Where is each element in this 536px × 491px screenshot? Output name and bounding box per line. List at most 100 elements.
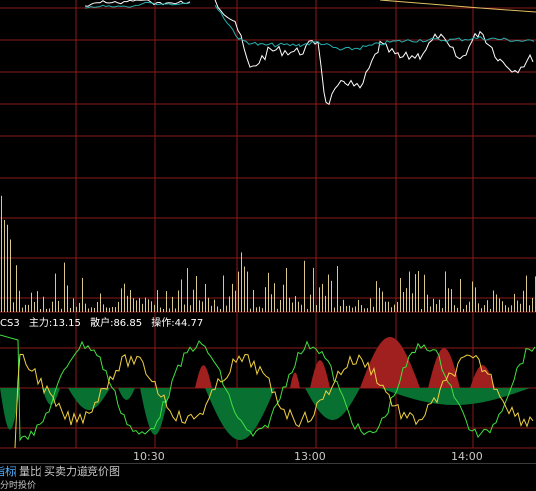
volume-bar	[472, 281, 473, 312]
time-label-1300: 13:00	[294, 450, 326, 463]
volume-bar	[40, 308, 41, 312]
volume-bar	[157, 290, 158, 312]
price-line-afternoon	[214, 0, 534, 106]
volume-bar	[13, 302, 14, 312]
volume-bar	[148, 299, 149, 312]
indicator-tab-bar: 指标 量比 买卖力道 竞价图	[0, 463, 536, 479]
volume-bar	[238, 271, 239, 312]
volume-bar	[325, 295, 326, 312]
volume-bar	[271, 294, 272, 312]
volume-bar	[427, 294, 428, 312]
volume-bar	[46, 308, 47, 312]
indicator-positive-area	[310, 360, 330, 388]
volume-bar	[346, 306, 347, 312]
volume-bar	[532, 297, 533, 312]
ma-line	[379, 0, 536, 13]
volume-bar	[172, 296, 173, 312]
volume-bar	[331, 280, 332, 312]
volume-bar	[463, 308, 464, 312]
volume-bar	[244, 266, 245, 312]
volume-bar	[184, 304, 185, 312]
indicator-main-value: 主力:13.15	[28, 318, 81, 329]
indicator-name: CS3	[0, 318, 20, 329]
volume-bar	[4, 219, 5, 312]
volume-bar	[298, 301, 299, 312]
volume-bar	[322, 283, 323, 312]
volume-bar	[133, 298, 134, 312]
volume-bar	[304, 260, 305, 312]
indicator-header: CS3 主力:13.15 散户:86.85 操作:44.77	[0, 314, 209, 329]
volume-bar	[478, 303, 479, 312]
volume-bar	[58, 300, 59, 312]
volume-bar	[517, 300, 518, 312]
volume-bar	[142, 303, 143, 312]
volume-bar	[178, 290, 179, 312]
volume-bar	[415, 274, 416, 312]
volume-bar	[436, 304, 437, 312]
volume-bar	[19, 290, 20, 312]
volume-bar	[187, 268, 188, 312]
volume-bar	[1, 195, 2, 312]
volume-bar	[160, 307, 161, 312]
tab-separator	[40, 466, 41, 477]
indicator-negative-area	[205, 388, 275, 440]
volume-pane	[1, 195, 536, 312]
volume-bar	[124, 283, 125, 312]
volume-bar	[193, 289, 194, 312]
volume-bar	[349, 305, 350, 312]
volume-bar	[190, 305, 191, 312]
tab-separator	[83, 466, 84, 477]
volume-bar	[79, 302, 80, 312]
volume-bar	[235, 290, 236, 312]
volume-bar	[88, 308, 89, 312]
indicator-positive-area	[428, 348, 460, 388]
time-label-1400: 14:00	[451, 450, 483, 463]
volume-bar	[49, 308, 50, 312]
volume-bar	[241, 252, 242, 312]
volume-bar	[181, 279, 182, 312]
volume-bar	[196, 276, 197, 312]
volume-bar	[208, 297, 209, 312]
volume-bar	[283, 284, 284, 312]
volume-bar	[370, 298, 371, 312]
volume-bar	[55, 273, 56, 312]
tab-auction-chart[interactable]: 竞价图	[85, 465, 122, 478]
volume-bar	[307, 308, 308, 312]
volume-bar	[361, 305, 362, 312]
tab-separator	[15, 466, 16, 477]
volume-bar	[115, 307, 116, 312]
volume-bar	[391, 307, 392, 312]
volume-bar	[355, 306, 356, 312]
volume-bar	[136, 300, 137, 312]
volume-bar	[373, 306, 374, 312]
volume-bar	[340, 306, 341, 312]
volume-bar	[481, 308, 482, 312]
volume-bar	[442, 308, 443, 312]
volume-bar	[37, 291, 38, 312]
indicator-negative-area	[305, 388, 360, 420]
volume-bar	[451, 289, 452, 312]
volume-bar	[130, 290, 131, 312]
volume-bar	[199, 300, 200, 312]
volume-bar	[421, 308, 422, 312]
volume-bar	[250, 308, 251, 312]
volume-bar	[319, 287, 320, 312]
volume-bar	[112, 306, 113, 312]
volume-bar	[259, 306, 260, 312]
volume-bar	[316, 305, 317, 312]
volume-bar	[487, 300, 488, 312]
volume-bar	[379, 287, 380, 312]
volume-bar	[7, 224, 8, 312]
volume-bar	[448, 288, 449, 312]
volume-bar	[154, 304, 155, 312]
volume-bar	[358, 299, 359, 312]
volume-bar	[469, 301, 470, 312]
volume-bar	[409, 271, 410, 312]
volume-bar	[526, 275, 527, 312]
volume-bar	[217, 306, 218, 312]
volume-bar	[301, 304, 302, 312]
volume-bar	[286, 267, 287, 312]
volume-bar	[514, 293, 515, 312]
volume-bar	[388, 301, 389, 312]
volume-bar	[367, 308, 368, 312]
